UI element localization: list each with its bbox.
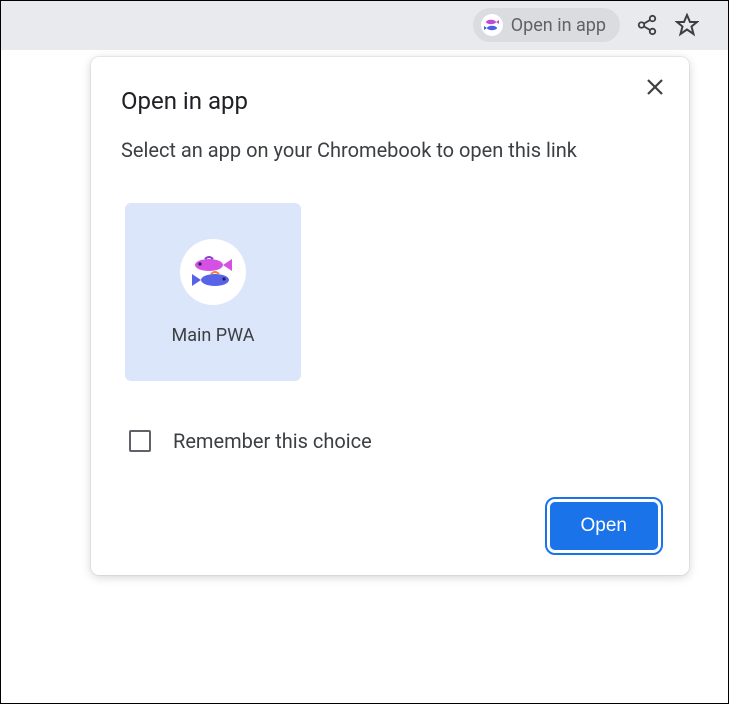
app-option-main-pwa[interactable]: Main PWA [125, 203, 301, 381]
browser-toolbar: Open in app [1, 1, 728, 49]
dialog-actions: Open [121, 501, 659, 551]
open-in-app-dialog: Open in app Select an app on your Chrome… [91, 57, 689, 575]
dialog-title: Open in app [121, 87, 659, 115]
chip-label: Open in app [511, 15, 606, 36]
remember-checkbox[interactable] [129, 430, 151, 452]
open-button[interactable]: Open [549, 501, 659, 551]
remember-label: Remember this choice [173, 429, 372, 453]
close-button[interactable] [641, 73, 669, 101]
fish-app-icon [180, 239, 246, 305]
open-in-app-chip[interactable]: Open in app [473, 8, 620, 42]
dialog-description: Select an app on your Chromebook to open… [121, 135, 659, 165]
bookmark-star-icon[interactable] [674, 12, 700, 38]
fish-app-icon [481, 14, 503, 36]
remember-choice-row: Remember this choice [129, 429, 659, 453]
app-name-label: Main PWA [172, 325, 255, 346]
share-icon[interactable] [634, 12, 660, 38]
